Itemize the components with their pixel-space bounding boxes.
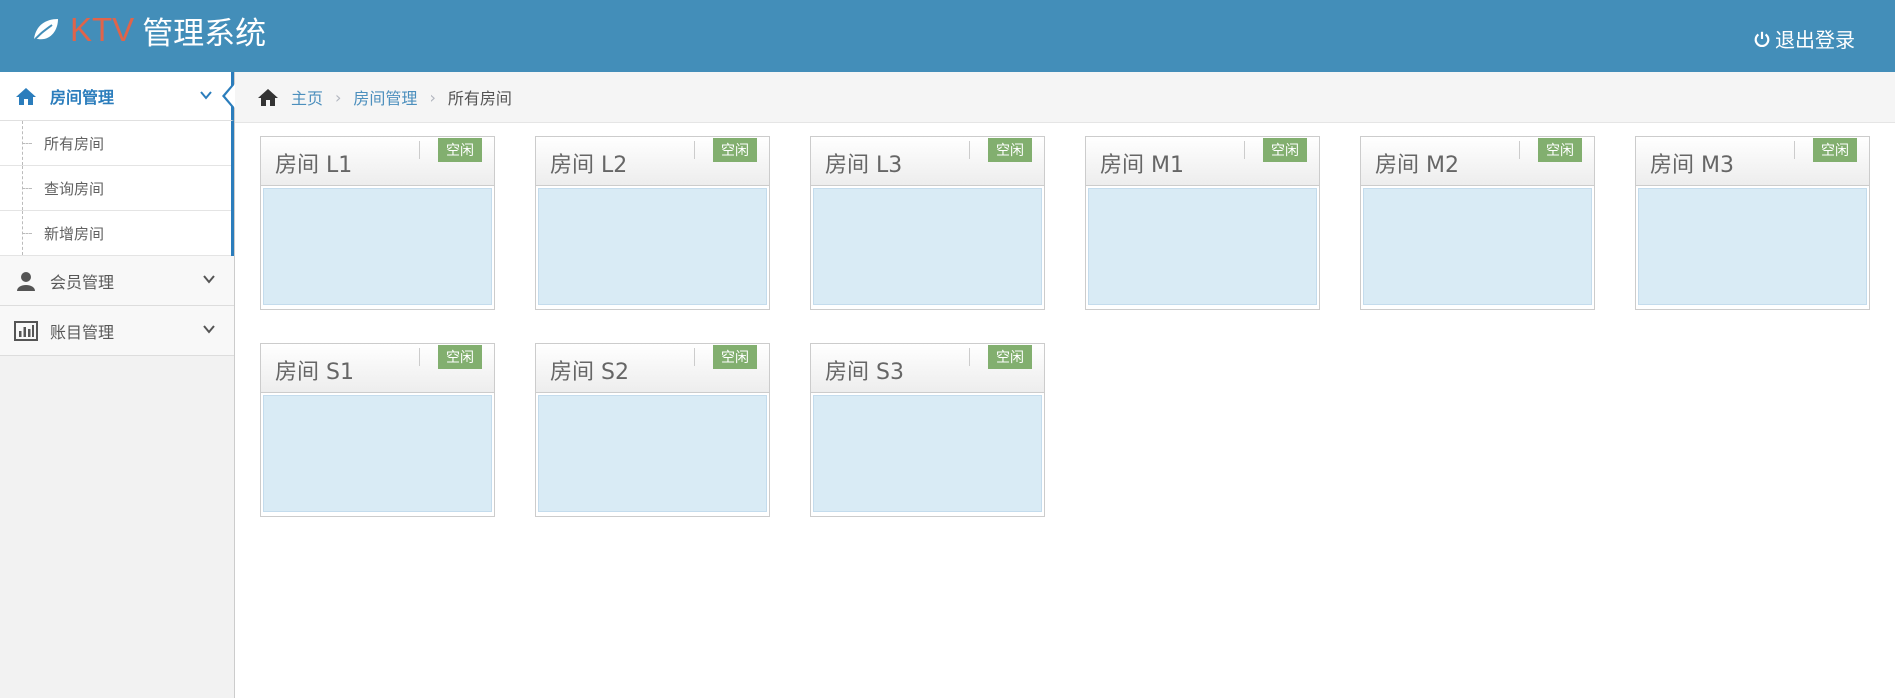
room-card-header: 房间 M1 空闲 (1086, 137, 1319, 186)
home-icon (258, 89, 278, 106)
chevron-down-icon[interactable] (199, 88, 213, 102)
power-icon (1754, 31, 1770, 47)
room-card-header: 房间 S3 空闲 (811, 344, 1044, 393)
chevron-right-icon: › (335, 87, 342, 107)
room-card-body (813, 188, 1042, 305)
sidebar-item-label: 账目管理 (50, 322, 115, 342)
room-card-header: 房间 S1 空闲 (261, 344, 494, 393)
submenu-rooms: 所有房间 查询房间 新增房间 (0, 121, 234, 256)
room-card-body (813, 395, 1042, 512)
room-card[interactable]: 房间 M1 空闲 (1085, 136, 1320, 310)
divider (1794, 141, 1795, 159)
sidebar-item-rooms[interactable]: 房间管理 (0, 72, 235, 121)
sidebar-item-accounts[interactable]: 账目管理 (0, 306, 234, 356)
room-card-body (1088, 188, 1317, 305)
room-card-body (1638, 188, 1867, 305)
room-name: 房间 M1 (1100, 153, 1184, 178)
status-badge: 空闲 (988, 345, 1032, 369)
submenu-item-search-rooms[interactable]: 查询房间 (0, 166, 231, 211)
divider (1244, 141, 1245, 159)
room-card[interactable]: 房间 S3 空闲 (810, 343, 1045, 517)
room-card-header: 房间 L1 空闲 (261, 137, 494, 186)
room-card-header: 房间 M3 空闲 (1636, 137, 1869, 186)
status-badge: 空闲 (713, 138, 757, 162)
room-card-body (263, 188, 492, 305)
room-card[interactable]: 房间 L2 空闲 (535, 136, 770, 310)
submenu-item-add-room[interactable]: 新增房间 (0, 211, 231, 256)
divider (969, 348, 970, 366)
breadcrumb-section-link[interactable]: 房间管理 (353, 85, 417, 109)
logout-label: 退出登录 (1775, 28, 1855, 52)
divider (694, 141, 695, 159)
room-card-header: 房间 S2 空闲 (536, 344, 769, 393)
active-pointer (222, 82, 235, 110)
sidebar-item-label: 房间管理 (50, 88, 115, 107)
divider (969, 141, 970, 159)
home-icon (14, 84, 38, 108)
divider (1519, 141, 1520, 159)
brand-ktv: KTV (70, 11, 135, 48)
room-name: 房间 S1 (275, 360, 354, 385)
submenu-item-all-rooms[interactable]: 所有房间 (0, 121, 231, 166)
room-name: 房间 L2 (550, 153, 628, 178)
room-card[interactable]: 房间 M2 空闲 (1360, 136, 1595, 310)
room-name: 房间 S2 (550, 360, 629, 385)
room-card[interactable]: 房间 L1 空闲 (260, 136, 495, 310)
status-badge: 空闲 (438, 345, 482, 369)
room-card-body (538, 188, 767, 305)
room-name: 房间 L3 (825, 153, 903, 178)
room-card-header: 房间 L3 空闲 (811, 137, 1044, 186)
chevron-right-icon: › (429, 87, 436, 107)
sidebar: 房间管理 所有房间 查询房间 新增房间 会员管理 账目管理 (0, 72, 235, 698)
room-card-body (263, 395, 492, 512)
status-badge: 空闲 (988, 138, 1032, 162)
room-name: 房间 S3 (825, 360, 904, 385)
status-badge: 空闲 (713, 345, 757, 369)
room-card[interactable]: 房间 S1 空闲 (260, 343, 495, 517)
room-card[interactable]: 房间 L3 空闲 (810, 136, 1045, 310)
bar-chart-icon (14, 319, 38, 343)
chevron-down-icon[interactable] (202, 272, 216, 286)
divider (419, 141, 420, 159)
breadcrumb-home-link[interactable]: 主页 (291, 85, 323, 109)
sidebar-item-label: 会员管理 (50, 272, 115, 292)
divider (694, 348, 695, 366)
status-badge: 空闲 (1263, 138, 1307, 162)
user-icon (14, 269, 38, 293)
logout-button[interactable]: 退出登录 (1753, 24, 1855, 53)
room-card-header: 房间 L2 空闲 (536, 137, 769, 186)
chevron-down-icon[interactable] (202, 322, 216, 336)
submenu-item-label: 所有房间 (44, 134, 105, 153)
breadcrumb-current: 所有房间 (447, 89, 512, 108)
room-card[interactable]: 房间 S2 空闲 (535, 343, 770, 517)
sidebar-item-members[interactable]: 会员管理 (0, 256, 234, 306)
room-card-header: 房间 M2 空闲 (1361, 137, 1594, 186)
room-name: 房间 M2 (1375, 153, 1459, 178)
breadcrumb: 主页 › 房间管理 › 所有房间 (235, 72, 1895, 123)
room-card[interactable]: 房间 M3 空闲 (1635, 136, 1870, 310)
room-name: 房间 M3 (1650, 153, 1734, 178)
brand-title: 管理系统 (142, 15, 267, 52)
divider (419, 348, 420, 366)
room-card-body (538, 395, 767, 512)
status-badge: 空闲 (1813, 138, 1857, 162)
brand[interactable]: KTV 管理系统 (28, 10, 267, 52)
room-card-body (1363, 188, 1592, 305)
status-badge: 空闲 (1538, 138, 1582, 162)
room-name: 房间 L1 (275, 153, 353, 178)
submenu-item-label: 新增房间 (44, 224, 105, 243)
leaf-icon (31, 19, 58, 44)
status-badge: 空闲 (438, 138, 482, 162)
top-navbar: KTV 管理系统 退出登录 (0, 0, 1895, 72)
submenu-item-label: 查询房间 (44, 179, 105, 198)
